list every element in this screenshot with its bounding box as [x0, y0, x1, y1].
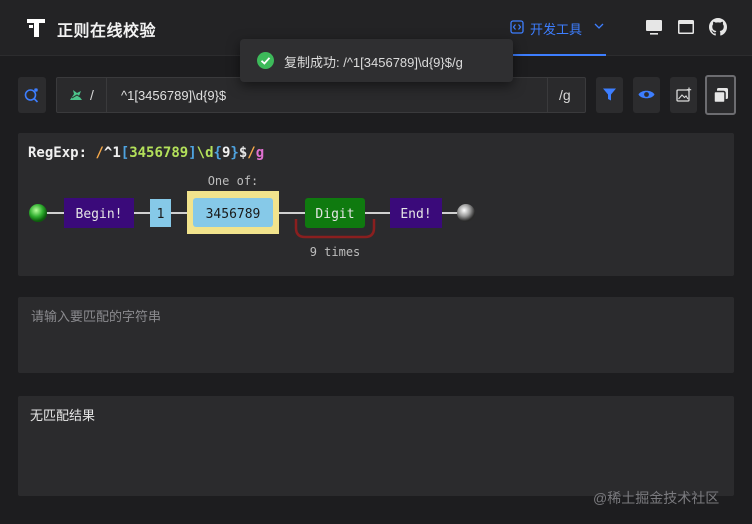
- filter-icon: [603, 88, 616, 101]
- regex-prefix-slash: /: [90, 87, 94, 103]
- match-result-panel: 无匹配结果: [18, 396, 734, 496]
- literal-label: 1: [157, 207, 165, 222]
- tab-dev-tools-label: 开发工具: [530, 23, 583, 38]
- test-string-input[interactable]: [18, 297, 734, 373]
- regex-input[interactable]: [108, 78, 548, 112]
- toast-message: 复制成功: /^1[3456789]\d{9}$/g: [284, 55, 463, 70]
- begin-label: Begin!: [76, 207, 123, 222]
- monitor-icon[interactable]: [645, 18, 663, 36]
- test-string-panel[interactable]: 请输入要匹配的字符串: [18, 297, 734, 373]
- regex-bar: / /g: [56, 77, 586, 113]
- chevron-down-icon: [594, 23, 604, 29]
- one-of-label: One of:: [208, 174, 259, 188]
- regex-flags[interactable]: /g: [547, 78, 585, 112]
- charset-label: 3456789: [206, 207, 261, 222]
- regex-search-icon: [24, 88, 39, 103]
- start-node: [29, 204, 47, 222]
- digit-label: Digit: [315, 207, 354, 222]
- code-icon: [510, 20, 524, 34]
- tab-dev-tools[interactable]: 开发工具: [510, 19, 606, 56]
- watermark: @稀土掘金技术社区: [593, 490, 720, 506]
- end-node: [457, 204, 475, 222]
- repeat-count-label: 9 times: [310, 245, 361, 259]
- image-icon: [676, 87, 692, 102]
- copy-button[interactable]: [705, 75, 736, 115]
- regex-tools-button[interactable]: [18, 77, 46, 113]
- copy-icon: [713, 88, 728, 104]
- window-icon[interactable]: [677, 18, 695, 36]
- end-label: End!: [400, 207, 431, 222]
- check-circle-icon: [257, 52, 274, 69]
- export-image-button[interactable]: [670, 77, 697, 113]
- regex-diagram-panel: RegExp: /^1[3456789]\d{9}$/g Begin! 1 On…: [18, 133, 734, 276]
- railroad-diagram: Begin! 1 One of: 3456789 Digit 9 times E…: [29, 174, 475, 259]
- github-icon[interactable]: [709, 18, 727, 36]
- bug-icon: [70, 90, 82, 100]
- app-title: 正则在线校验: [57, 21, 157, 40]
- filter-button[interactable]: [596, 77, 623, 113]
- eye-icon: [638, 90, 655, 99]
- preview-button[interactable]: [633, 77, 660, 113]
- regex-prefix[interactable]: /: [57, 78, 107, 112]
- active-tab-indicator: [510, 54, 606, 56]
- toast-notification: 复制成功: /^1[3456789]\d{9}$/g: [240, 39, 513, 82]
- match-result-text: 无匹配结果: [30, 408, 96, 423]
- logo-icon[interactable]: [26, 16, 46, 38]
